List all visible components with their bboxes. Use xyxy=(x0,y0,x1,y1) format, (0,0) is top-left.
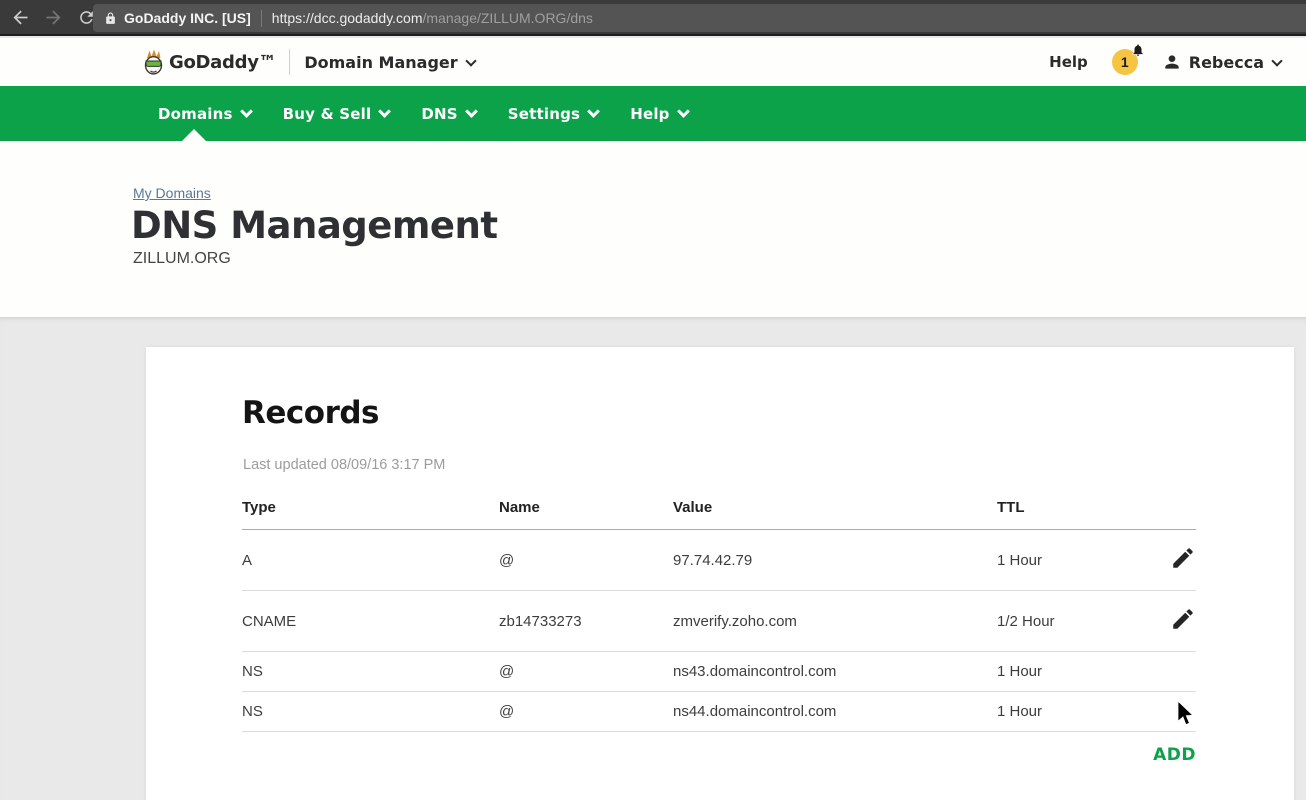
arrow-right-icon xyxy=(43,7,64,28)
record-type-cell: A xyxy=(242,530,499,591)
records-section-title: Records xyxy=(242,395,379,431)
nav-item-label: Settings xyxy=(508,105,580,123)
record-value-cell: ns44.domaincontrol.com xyxy=(673,692,997,732)
record-ttl-cell: 1 Hour xyxy=(997,652,1137,692)
record-actions-cell xyxy=(1137,692,1196,732)
record-value-cell: 97.74.42.79 xyxy=(673,530,997,591)
column-header-name: Name xyxy=(499,493,673,530)
records-table-body: A@97.74.42.791 HourCNAMEzb14733273zmveri… xyxy=(242,530,1196,732)
last-updated-text: Last updated 08/09/16 3:17 PM xyxy=(243,457,445,473)
record-ttl-cell: 1/2 Hour xyxy=(997,591,1137,652)
edit-record-button[interactable] xyxy=(1170,545,1196,571)
godaddy-dns-page: { "colors": { "brand_green": "#0ba24a", … xyxy=(0,0,1306,800)
app-header: GoDaddy™ Domain Manager Help 1 Rebecca xyxy=(0,38,1306,86)
record-row-a: A@97.74.42.791 Hour xyxy=(242,530,1196,591)
add-record-button[interactable]: ADD xyxy=(1153,745,1196,765)
column-header-type: Type xyxy=(242,493,499,530)
url-divider xyxy=(261,10,262,27)
product-title-dropdown[interactable]: Domain Manager xyxy=(304,53,474,72)
edit-record-button[interactable] xyxy=(1170,606,1196,632)
nav-item-label: Domains xyxy=(158,105,233,123)
godaddy-logo[interactable]: GoDaddy™ xyxy=(143,49,276,75)
nav-item-domains[interactable]: Domains xyxy=(158,86,251,141)
record-ttl-cell: 1 Hour xyxy=(997,692,1137,732)
breadcrumb-my-domains[interactable]: My Domains xyxy=(133,185,211,201)
record-actions-cell xyxy=(1137,530,1196,591)
primary-nav: Domains Buy & Sell DNS Settings Help xyxy=(0,86,1306,141)
chevron-down-icon xyxy=(677,105,690,118)
record-name-cell: @ xyxy=(499,652,673,692)
record-type-cell: NS xyxy=(242,652,499,692)
record-actions-cell xyxy=(1137,652,1196,692)
logo-text: GoDaddy™ xyxy=(169,52,276,73)
godaddy-mascot-icon xyxy=(143,49,165,75)
record-name-cell: zb14733273 xyxy=(499,591,673,652)
user-menu[interactable]: Rebecca xyxy=(1162,52,1281,72)
url-path: /manage/ZILLUM.ORG/dns xyxy=(423,10,593,26)
record-actions-cell xyxy=(1137,591,1196,652)
column-header-value: Value xyxy=(673,493,997,530)
address-bar[interactable]: GoDaddy INC. [US] https://dcc.godaddy.co… xyxy=(93,4,1306,32)
record-ttl-cell: 1 Hour xyxy=(997,530,1137,591)
page-title: DNS Management xyxy=(131,204,498,247)
nav-item-label: DNS xyxy=(421,105,457,123)
arrow-left-icon xyxy=(10,7,31,28)
edit-pencil-icon xyxy=(1170,606,1196,632)
record-name-cell: @ xyxy=(499,530,673,591)
edit-pencil-icon xyxy=(1170,545,1196,571)
record-type-cell: CNAME xyxy=(242,591,499,652)
column-header-actions xyxy=(1137,493,1196,530)
nav-item-buy-sell[interactable]: Buy & Sell xyxy=(283,86,390,141)
column-header-ttl: TTL xyxy=(997,493,1137,530)
url-text: https://dcc.godaddy.com/manage/ZILLUM.OR… xyxy=(272,10,593,26)
record-type-cell: NS xyxy=(242,692,499,732)
domain-name: ZILLUM.ORG xyxy=(133,250,231,268)
nav-item-label: Buy & Sell xyxy=(283,105,372,123)
chevron-down-icon xyxy=(465,55,476,66)
browser-chrome: GoDaddy INC. [US] https://dcc.godaddy.co… xyxy=(0,0,1306,36)
person-icon xyxy=(1162,52,1182,72)
chevron-down-icon xyxy=(1271,55,1282,66)
record-row-ns: NS@ns44.domaincontrol.com1 Hour xyxy=(242,692,1196,732)
forward-button[interactable] xyxy=(40,4,66,30)
record-row-cname: CNAMEzb14733273zmverify.zoho.com1/2 Hour xyxy=(242,591,1196,652)
record-value-cell: zmverify.zoho.com xyxy=(673,591,997,652)
header-right: Help 1 Rebecca xyxy=(1049,38,1281,86)
site-security-chip[interactable]: GoDaddy INC. [US] xyxy=(93,10,261,26)
nav-item-help[interactable]: Help xyxy=(630,86,687,141)
notification-badge[interactable]: 1 xyxy=(1112,49,1138,75)
records-table: TypeNameValueTTL A@97.74.42.791 HourCNAM… xyxy=(242,493,1196,732)
record-row-ns: NS@ns43.domaincontrol.com1 Hour xyxy=(242,652,1196,692)
header-divider xyxy=(289,49,290,75)
lock-icon xyxy=(104,12,117,25)
nav-item-dns[interactable]: DNS xyxy=(421,86,475,141)
chevron-down-icon xyxy=(465,105,478,118)
user-name: Rebecca xyxy=(1189,53,1264,72)
records-header-row: TypeNameValueTTL xyxy=(242,493,1196,530)
back-button[interactable] xyxy=(7,4,33,30)
nav-item-settings[interactable]: Settings xyxy=(508,86,598,141)
chevron-down-icon xyxy=(240,105,253,118)
hero-section: My Domains DNS Management ZILLUM.ORG xyxy=(0,141,1306,317)
record-value-cell: ns43.domaincontrol.com xyxy=(673,652,997,692)
product-title-label: Domain Manager xyxy=(304,53,457,72)
bell-icon xyxy=(1131,43,1145,57)
chevron-down-icon xyxy=(587,105,600,118)
record-name-cell: @ xyxy=(499,692,673,732)
chevron-down-icon xyxy=(378,105,391,118)
security-label: GoDaddy INC. [US] xyxy=(124,10,251,26)
header-help-link[interactable]: Help xyxy=(1049,53,1088,71)
url-domain: https://dcc.godaddy.com xyxy=(272,10,423,26)
records-card: Records Last updated 08/09/16 3:17 PM Ty… xyxy=(146,347,1294,800)
nav-item-label: Help xyxy=(630,105,669,123)
